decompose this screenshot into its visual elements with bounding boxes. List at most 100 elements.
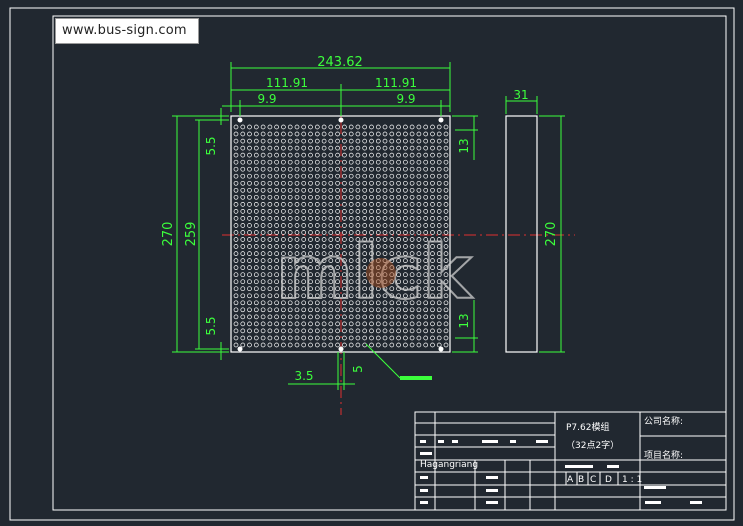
led-pixel bbox=[348, 173, 354, 179]
led-pixel bbox=[253, 145, 259, 151]
led-pixel bbox=[260, 314, 266, 320]
led-pixel bbox=[287, 124, 293, 130]
led-pixel bbox=[260, 138, 266, 144]
cad-canvas[interactable]: mlck 243.62 111.91 111.91 9.9 9.9 31 270… bbox=[0, 0, 743, 526]
led-pixel bbox=[403, 194, 408, 200]
led-pixel bbox=[389, 335, 395, 341]
led-pixel bbox=[403, 187, 408, 193]
led-pixel bbox=[423, 328, 429, 334]
led-pixel bbox=[389, 209, 395, 214]
led-pixel bbox=[328, 187, 334, 193]
led-pixel bbox=[260, 180, 266, 186]
led-pixel bbox=[267, 124, 273, 130]
led-pixel bbox=[247, 209, 252, 214]
led-pixel bbox=[267, 279, 273, 285]
led-pixel bbox=[328, 194, 334, 200]
led-pixel bbox=[308, 194, 313, 200]
led-pixel bbox=[335, 335, 340, 341]
led-pixel bbox=[287, 342, 293, 348]
led-pixel bbox=[247, 293, 252, 299]
led-pixel bbox=[409, 173, 415, 179]
led-pixel bbox=[375, 342, 381, 348]
led-pixel bbox=[240, 124, 246, 130]
led-pixel bbox=[281, 173, 286, 179]
led-pixel bbox=[240, 258, 246, 263]
led-pixel bbox=[375, 124, 381, 130]
led-pixel bbox=[416, 166, 422, 172]
led-pixel bbox=[267, 237, 273, 242]
led-pixel bbox=[416, 124, 422, 130]
led-pixel bbox=[436, 138, 442, 144]
led-pixel bbox=[267, 152, 273, 158]
led-pixel bbox=[294, 342, 300, 348]
led-pixel bbox=[396, 152, 401, 158]
led-pixel bbox=[348, 131, 354, 137]
led-pixel bbox=[362, 194, 368, 200]
led-pixel bbox=[382, 209, 388, 214]
grid-a: A bbox=[567, 475, 574, 485]
led-pixel bbox=[355, 187, 361, 193]
led-pixel bbox=[240, 272, 246, 278]
led-pixel bbox=[247, 286, 252, 292]
led-pixel bbox=[287, 152, 293, 158]
led-pixel bbox=[348, 342, 354, 348]
led-pixel bbox=[396, 216, 401, 221]
cad-drawing-viewer: mlck 243.62 111.91 111.91 9.9 9.9 31 270… bbox=[0, 0, 743, 526]
led-pixel bbox=[348, 145, 354, 151]
led-pixel bbox=[430, 328, 435, 334]
led-pixel bbox=[396, 180, 401, 186]
led-pixel bbox=[369, 335, 374, 341]
led-pixel bbox=[328, 166, 334, 172]
led-pixel bbox=[233, 166, 239, 172]
led-pixel bbox=[369, 180, 374, 186]
led-pixel bbox=[301, 180, 307, 186]
led-pixel bbox=[436, 223, 442, 228]
led-pixel bbox=[369, 131, 374, 137]
led-pixel bbox=[314, 124, 320, 130]
led-pixel bbox=[355, 209, 361, 214]
led-pixel bbox=[240, 265, 246, 270]
led-pixel bbox=[240, 342, 246, 348]
led-pixel bbox=[233, 307, 239, 313]
led-pixel bbox=[375, 328, 381, 334]
led-pixel bbox=[436, 194, 442, 200]
led-pixel bbox=[233, 124, 239, 130]
led-pixel bbox=[233, 279, 239, 285]
led-pixel bbox=[267, 138, 273, 144]
led-pixel bbox=[253, 202, 259, 207]
led-pixel bbox=[430, 180, 435, 186]
led-pixel bbox=[267, 131, 273, 137]
led-pixel bbox=[233, 138, 239, 144]
mounting-hole bbox=[438, 117, 444, 123]
led-pixel bbox=[342, 124, 347, 130]
led-pixel bbox=[281, 180, 286, 186]
led-pixel bbox=[308, 216, 313, 221]
led-pixel bbox=[389, 145, 395, 151]
led-pixel bbox=[416, 138, 422, 144]
led-pixel bbox=[240, 300, 246, 306]
led-pixel bbox=[335, 342, 340, 348]
led-pixel bbox=[396, 138, 401, 144]
led-pixel bbox=[240, 138, 246, 144]
led-pixel bbox=[382, 328, 388, 334]
led-pixel bbox=[443, 166, 449, 172]
led-pixel bbox=[274, 194, 279, 200]
led-pixel bbox=[430, 152, 435, 158]
led-pixel bbox=[253, 251, 259, 256]
led-pixel bbox=[247, 202, 252, 207]
led-pixel bbox=[240, 131, 246, 137]
led-pixel bbox=[443, 152, 449, 158]
side-view-outline bbox=[505, 115, 538, 353]
led-pixel bbox=[369, 166, 374, 172]
led-pixel bbox=[348, 152, 354, 158]
led-pixel bbox=[267, 314, 273, 320]
led-pixel bbox=[260, 279, 266, 285]
led-pixel bbox=[301, 166, 307, 172]
led-pixel bbox=[403, 216, 408, 221]
led-pixel bbox=[375, 321, 381, 327]
led-pixel bbox=[389, 342, 395, 348]
led-pixel bbox=[369, 342, 374, 348]
led-pixel bbox=[321, 138, 327, 144]
led-pixel bbox=[348, 138, 354, 144]
led-pixel bbox=[342, 138, 347, 144]
